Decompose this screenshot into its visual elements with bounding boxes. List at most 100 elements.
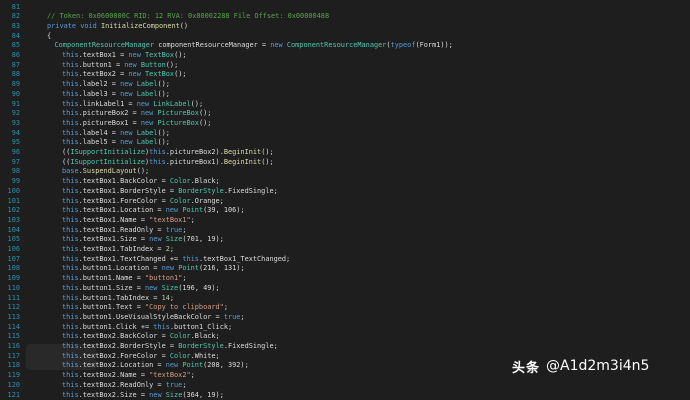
code-token: ();	[157, 129, 169, 137]
code-token: (Form1));	[415, 41, 452, 49]
code-token: BeginInit	[224, 148, 261, 156]
code-token: new	[149, 391, 166, 399]
code-token: .textBox1.TextChanged +=	[79, 255, 183, 263]
code-token: void	[80, 22, 101, 30]
line-number: 94	[0, 129, 20, 139]
code-token: Color	[170, 177, 191, 185]
code-token: TextBox	[145, 70, 174, 78]
code-token: this	[62, 138, 79, 146]
code-line: 108this.button1.Location = new Point(216…	[0, 264, 690, 274]
line-number: 85	[0, 41, 20, 51]
line-number: 98	[0, 167, 20, 177]
code-editor[interactable]: 8182// Token: 0x0600000C RID: 12 RVA: 0x…	[0, 0, 690, 388]
code-text: this.textBox1.BackColor = Color.Black;	[62, 177, 220, 187]
code-line: 93this.pictureBox1 = new PictureBox();	[0, 119, 690, 129]
code-token: (364, 19);	[182, 391, 224, 399]
code-token: .textBox2.Name =	[79, 371, 150, 379]
code-token: this	[62, 197, 79, 205]
code-token: LinkLabel	[153, 100, 190, 108]
code-text: this.button1.Location = new Point(216, 1…	[62, 264, 245, 274]
line-number: 95	[0, 138, 20, 148]
code-token: .label2 =	[79, 80, 121, 88]
code-token: .Black;	[191, 177, 220, 185]
code-token: new	[270, 41, 287, 49]
code-token: ();	[157, 90, 169, 98]
code-line: 95this.label5 = new Label();	[0, 138, 690, 148]
code-token: ;	[170, 294, 174, 302]
code-text: this.textBox1.ForeColor = Color.Orange;	[62, 197, 224, 207]
code-text: ((ISupportInitialize)this.pictureBox2).B…	[62, 148, 274, 158]
code-line: 121 this.textBox2.Size = new Size(364, 19…	[0, 391, 690, 400]
line-number: 90	[0, 90, 20, 100]
code-token: this	[182, 255, 199, 263]
code-token: this	[62, 80, 79, 88]
code-token: ;	[224, 303, 228, 311]
line-number: 87	[0, 61, 20, 71]
code-line: 85ComponentResourceManager componentReso…	[0, 41, 690, 51]
code-token: ();	[261, 148, 273, 156]
code-token: base	[62, 167, 79, 175]
line-number: 104	[0, 226, 20, 236]
code-token: .textBox1.Name =	[79, 216, 150, 224]
line-number: 89	[0, 80, 20, 90]
code-token: componentResourceManager =	[158, 41, 270, 49]
code-token: Size	[162, 284, 179, 292]
code-token: .button1.UseVisualStyleBackColor =	[79, 313, 224, 321]
code-token: Label	[137, 138, 158, 146]
code-token: .textBox2 =	[79, 70, 129, 78]
code-text: this.textBox2.BackColor = Color.Black;	[62, 332, 220, 342]
code-line: 83private void InitializeComponent()	[0, 22, 690, 32]
code-line: 88this.textBox2 = new TextBox();	[0, 70, 690, 80]
line-number: 106	[0, 245, 20, 255]
line-number: 120	[0, 381, 20, 391]
code-line: 112this.button1.Text = "Copy to clipboar…	[0, 303, 690, 313]
code-token: .label3 =	[79, 90, 121, 98]
code-text: // Token: 0x0600000C RID: 12 RVA: 0x0000…	[47, 12, 329, 22]
code-text: this.button1.Size = new Size(196, 49);	[62, 284, 220, 294]
code-token: .button1.Size =	[79, 284, 145, 292]
code-text: this.button1.Text = "Copy to clipboard";	[62, 303, 228, 313]
code-text: this.button1.Click += this.button1_Click…	[62, 323, 232, 333]
code-line: 97((ISupportInitialize)this.pictureBox1)…	[0, 158, 690, 168]
code-token: new	[120, 90, 137, 98]
code-token: new	[120, 138, 137, 146]
code-line: 92this.pictureBox2 = new PictureBox();	[0, 109, 690, 119]
code-token: ();	[137, 167, 149, 175]
code-line: 98base.SuspendLayout();	[0, 167, 690, 177]
code-token: ();	[157, 138, 169, 146]
code-line: 120this.textBox2.ReadOnly = true;	[0, 381, 690, 391]
code-token: this	[149, 158, 166, 166]
code-token: this	[62, 235, 79, 243]
code-token: this	[62, 177, 79, 185]
code-line: 113this.button1.UseVisualStyleBackColor …	[0, 313, 690, 323]
code-token: this	[62, 371, 79, 379]
code-token: .Black;	[191, 332, 220, 340]
code-text: this.label4 = new Label();	[62, 129, 170, 139]
line-number: 121	[0, 391, 20, 400]
code-token: this	[62, 61, 79, 69]
line-number: 92	[0, 109, 20, 119]
code-token: this	[62, 332, 79, 340]
code-token: .linkLabel1 =	[79, 100, 137, 108]
line-number: 116	[0, 342, 20, 352]
code-token: this	[62, 187, 79, 195]
code-line: 86this.textBox1 = new TextBox();	[0, 51, 690, 61]
code-token: new	[137, 100, 154, 108]
code-text: this.textBox2.Size = new Size(364, 19);	[62, 391, 224, 400]
code-token: .textBox1.Size =	[79, 235, 150, 243]
code-token: new	[141, 109, 158, 117]
code-token: .button1.TabIndex =	[79, 294, 162, 302]
code-token: new	[120, 129, 137, 137]
line-number: 97	[0, 158, 20, 168]
code-line: 90this.label3 = new Label();	[0, 90, 690, 100]
code-line: 81	[0, 3, 690, 13]
line-number: 113	[0, 313, 20, 323]
code-token: (216, 131);	[199, 264, 245, 272]
code-token: .textBox1.BackColor =	[79, 177, 170, 185]
code-text: this.linkLabel1 = new LinkLabel();	[62, 100, 203, 110]
line-number: 115	[0, 332, 20, 342]
line-number: 110	[0, 284, 20, 294]
code-token: Point	[178, 264, 199, 272]
line-number: 107	[0, 255, 20, 265]
code-token: .textBox1.ForeColor =	[79, 197, 170, 205]
